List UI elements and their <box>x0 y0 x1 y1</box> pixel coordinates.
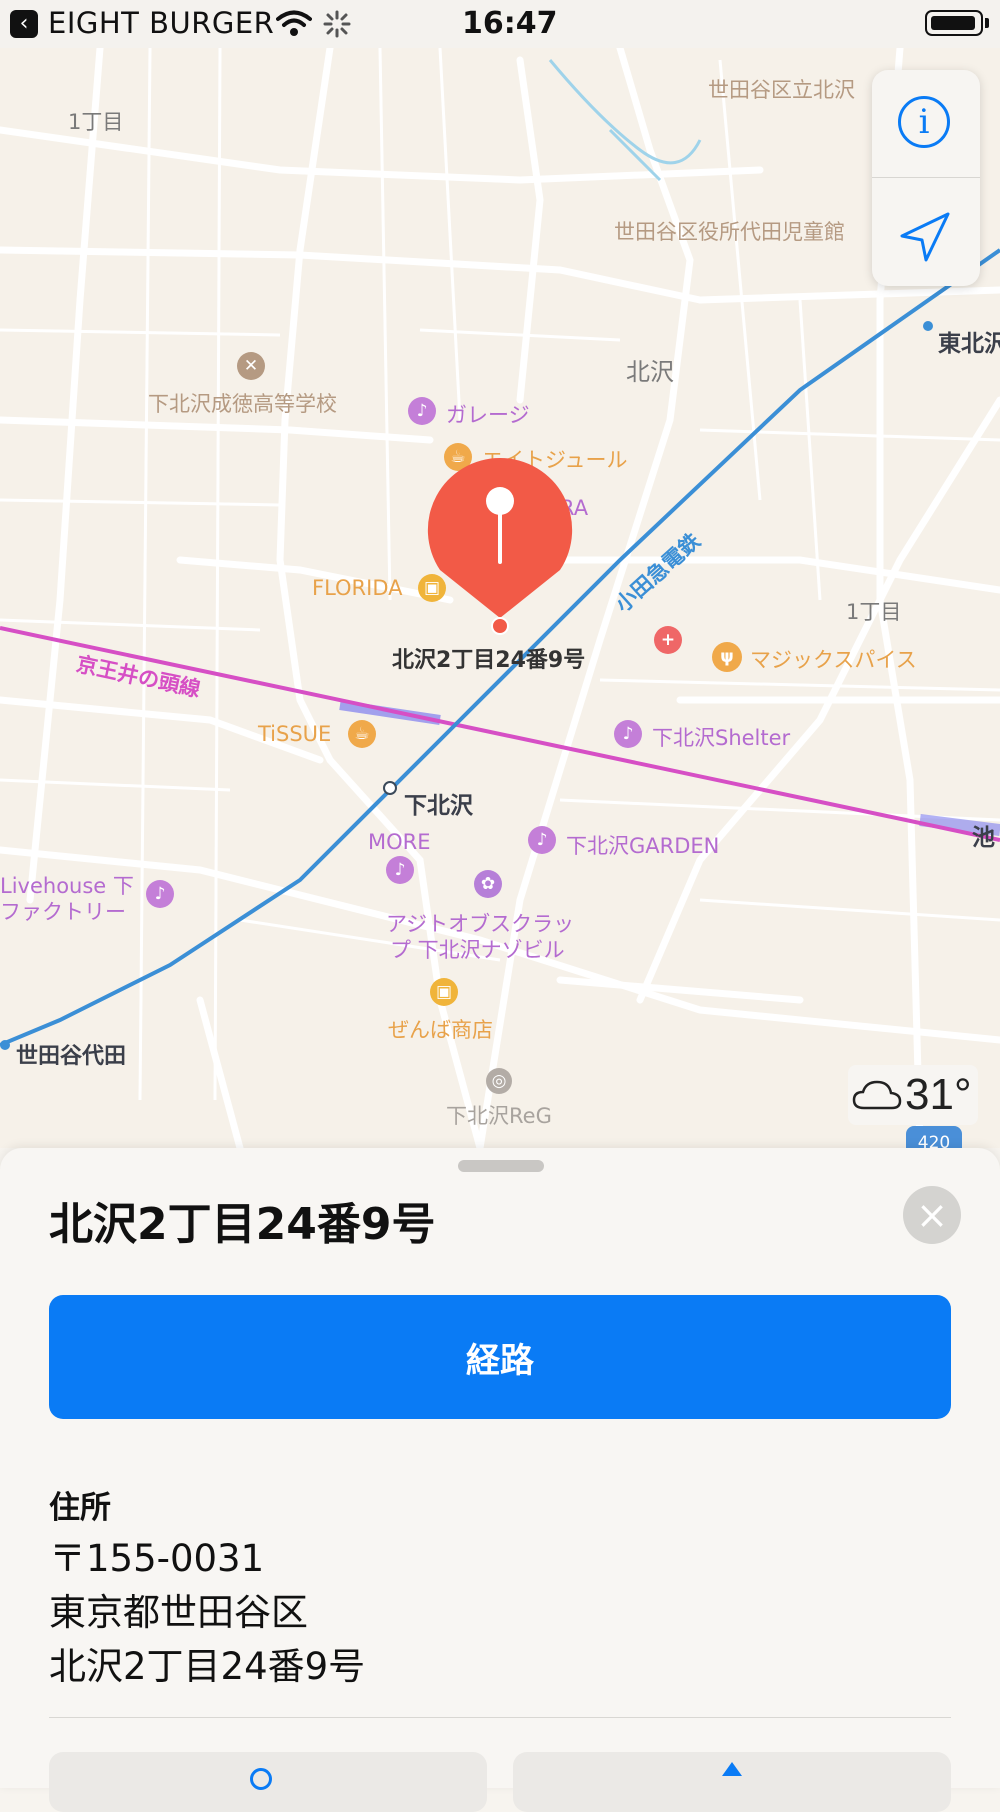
back-app-label[interactable]: EIGHT BURGER <box>48 6 274 40</box>
map-label-zenba[interactable]: ぜんば商店 <box>388 1014 493 1044</box>
map-label-reg[interactable]: 下北沢ReG <box>446 1100 552 1130</box>
music-venue-icon-shelter[interactable]: ♪ <box>614 720 642 748</box>
map-label-1chome-right: 1丁目 <box>846 600 902 624</box>
music-venue-icon-livehouse[interactable]: ♪ <box>146 880 174 908</box>
map-label-seitoku[interactable]: 下北沢成徳高等学校 <box>148 388 337 418</box>
map-view[interactable]: 1丁目 1丁目 世田谷区立北沢 世田谷区役所代田児童館 北沢 東北沢 ✕ 下北沢… <box>0 48 1000 1148</box>
map-label-florida[interactable]: FLORIDA <box>312 576 403 600</box>
action-card-right[interactable] <box>513 1752 951 1812</box>
music-venue-icon-garage[interactable]: ♪ <box>408 397 436 425</box>
sheet-divider <box>49 1717 951 1718</box>
controls-divider <box>872 177 980 178</box>
back-to-app-icon[interactable]: ‹ <box>10 10 38 38</box>
map-label-kitazawa: 北沢 <box>626 358 674 386</box>
music-venue-icon-garden[interactable]: ♪ <box>528 826 556 854</box>
map-label-garage[interactable]: ガレージ <box>446 399 530 429</box>
location-arrow-icon[interactable] <box>898 210 952 264</box>
weather-temperature: 31° <box>905 1070 972 1119</box>
battery-icon <box>925 10 983 36</box>
venue-icon-reg[interactable]: ◎ <box>486 1068 512 1094</box>
map-label-setagaya-daita[interactable]: 世田谷代田 <box>16 1038 126 1070</box>
map-label-children-hall[interactable]: 世田谷区役所代田児童館 <box>614 216 845 246</box>
music-venue-icon-more[interactable]: ♪ <box>386 856 414 884</box>
info-icon[interactable]: i <box>898 96 950 148</box>
directions-button[interactable]: 経路 <box>49 1295 951 1419</box>
restaurant-icon[interactable]: ψ <box>712 642 742 672</box>
map-label-1chome-left: 1丁目 <box>68 110 124 134</box>
dropped-pin-marker[interactable] <box>425 458 575 638</box>
map-label-shelter[interactable]: 下北沢Shelter <box>652 722 790 752</box>
close-button[interactable]: × <box>903 1186 961 1244</box>
school-icon[interactable]: ✕ <box>237 352 265 380</box>
map-label-livehouse-2[interactable]: ファクトリー <box>0 896 126 926</box>
activity-spinner-icon <box>323 10 351 38</box>
address-heading: 住所 <box>49 1490 111 1526</box>
sheet-grabber[interactable] <box>458 1160 544 1172</box>
map-label-magic-spice[interactable]: マジックスパイス <box>750 644 917 674</box>
map-label-ike[interactable]: 池 <box>972 818 995 852</box>
theater-icon[interactable]: ✿ <box>474 870 502 898</box>
map-label-higashikitazawa[interactable]: 東北沢 <box>938 324 1000 358</box>
address-prefecture: 東京都世田谷区 <box>49 1591 308 1634</box>
cloud-icon <box>852 1080 902 1110</box>
map-label-ajito-2[interactable]: プ 下北沢ナゾビル <box>390 934 565 964</box>
route-shield: 420 <box>906 1126 962 1148</box>
address-postal: 〒155-0031 <box>49 1537 265 1580</box>
map-label-school-top[interactable]: 世田谷区立北沢 <box>708 74 855 104</box>
map-label-tissue[interactable]: TiSSUE <box>258 722 331 746</box>
address-street: 北沢2丁目24番9号 <box>49 1645 366 1688</box>
battery-nub <box>985 18 989 28</box>
shop-icon-zenba[interactable]: ▣ <box>430 978 458 1006</box>
dropped-pin-label: 北沢2丁目24番9号 <box>392 648 586 673</box>
place-title: 北沢2丁目24番9号 <box>49 1199 436 1250</box>
map-label-garden[interactable]: 下北沢GARDEN <box>566 830 719 860</box>
contacts-icon <box>250 1768 272 1790</box>
hospital-icon[interactable]: + <box>654 626 682 654</box>
share-icon <box>722 1762 742 1776</box>
map-label-shimokitazawa[interactable]: 下北沢 <box>404 786 473 820</box>
wifi-icon <box>276 10 312 36</box>
cafe-icon-tissue[interactable]: ☕ <box>348 720 376 748</box>
status-time: 16:47 <box>462 6 558 41</box>
map-label-more[interactable]: MORE <box>368 830 431 854</box>
